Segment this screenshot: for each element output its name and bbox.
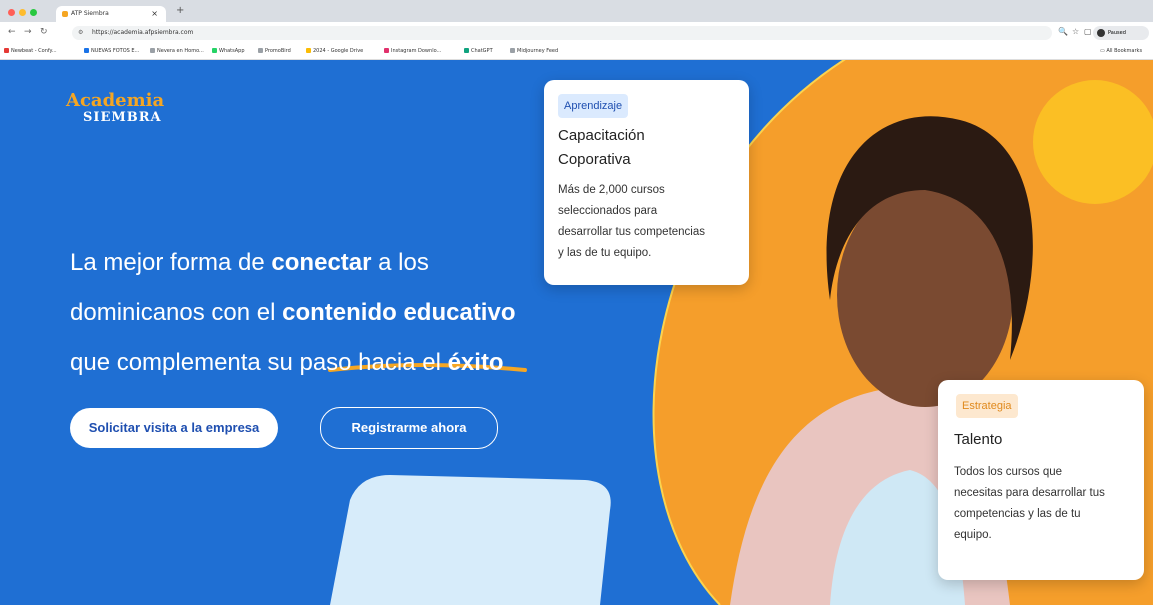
reload-icon[interactable]: ↻ [40,27,48,37]
category-badge: Estrategia [956,394,1018,418]
browser-tab-bar: ATP Siembra × + [0,0,1153,22]
all-bookmarks[interactable]: ▭ All Bookmarks [1100,48,1142,54]
minimize-window-button[interactable] [19,9,26,16]
instagram-icon [384,48,389,53]
card-description: Más de 2,000 cursos seleccionados para des… [558,184,706,259]
laptop-image [330,475,611,605]
site-favicon-icon [62,11,68,17]
bookmark-favicon-icon [150,48,155,53]
hero-headline: La mejor forma de conectar a los dominic… [70,249,516,376]
side-panel-icon[interactable]: ▢ [1084,27,1092,36]
register-button[interactable]: Registrarme ahora [320,407,498,449]
profile-status: Paused [1108,30,1126,36]
whatsapp-icon [212,48,217,53]
bookmark-item[interactable]: PromoBird [258,48,291,54]
bookmarks-bar: Newbeat - Confy... NUEVAS FOTOS E... Nev… [0,44,1153,60]
site-info-icon[interactable]: ⚙ [78,26,83,40]
bookmark-item[interactable]: NUEVAS FOTOS E... [84,48,139,54]
avatar [1097,29,1105,37]
bookmark-item[interactable]: Nevera en Homo... [150,48,204,54]
url-text: https://academia.afpsiembra.com [92,29,194,36]
bookmark-item[interactable]: ChatGPT [464,48,493,54]
browser-tab[interactable]: ATP Siembra × [56,6,166,22]
zoom-icon[interactable]: 🔍 [1058,27,1068,36]
forward-icon[interactable]: → [24,27,32,37]
card-title: Capacitación Coporativa [558,127,645,168]
google-drive-icon [306,48,311,53]
bookmark-favicon-icon [258,48,263,53]
tab-close-icon[interactable]: × [151,6,158,22]
bookmark-item[interactable]: Midjourney Feed [510,48,558,54]
bookmark-item[interactable]: Newbeat - Confy... [4,48,57,54]
back-icon[interactable]: ← [8,27,16,37]
card-description: Todos los cursos que necesitas para desar… [954,466,1105,541]
bookmark-item[interactable]: Instagram Downlo... [384,48,441,54]
yellow-sun [1033,80,1153,204]
category-badge: Aprendizaje [558,94,629,118]
hero-section: Academia SIEMBRA La mejor forma de conec… [0,60,1153,605]
talent-card[interactable]: Estrategia Talento Todos los cursos que n… [938,380,1144,580]
bookmark-favicon-icon [510,48,515,53]
request-visit-button[interactable]: Solicitar visita a la empresa [70,408,278,448]
bookmark-item[interactable]: 2024 - Google Drive [306,48,363,54]
bookmark-favicon-icon [84,48,89,53]
close-window-button[interactable] [8,9,15,16]
profile-button[interactable]: Paused [1093,26,1149,40]
browser-toolbar: ← → ↻ ⚙ https://academia.afpsiembra.com … [0,22,1153,44]
bookmark-star-icon[interactable]: ☆ [1072,27,1079,36]
address-bar[interactable]: ⚙ https://academia.afpsiembra.com [72,26,1052,40]
learning-card[interactable]: Aprendizaje Capacitación Coporativa Más d… [544,80,749,285]
chatgpt-icon [464,48,469,53]
maximize-window-button[interactable] [30,9,37,16]
academia-siembra-logo[interactable]: Academia [66,90,164,111]
new-tab-button[interactable]: + [176,5,184,16]
logo-subtitle: SIEMBRA [83,110,162,125]
tab-title: ATP Siembra [71,10,109,17]
bookmark-item[interactable]: WhatsApp [212,48,245,54]
bookmark-favicon-icon [4,48,9,53]
card-title: Talento [954,431,1003,448]
